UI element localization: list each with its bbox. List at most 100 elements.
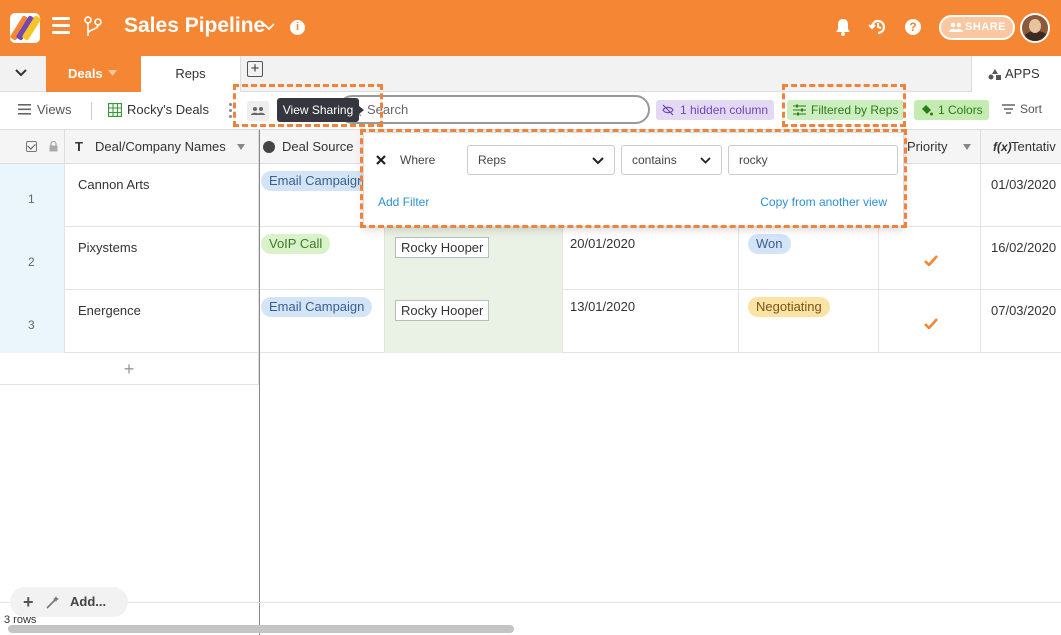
avatar[interactable] [1020, 13, 1050, 43]
table-row[interactable]: 2 Pixystems VoIP Call Rocky Hooper 20/01… [0, 227, 1061, 290]
eye-off-icon [662, 104, 674, 116]
view-sharing-tooltip: View Sharing [277, 98, 364, 122]
sort-label: Sort [1020, 102, 1043, 116]
column-header-tentative[interactable]: f(x) Tentativ [981, 130, 1061, 164]
table-row[interactable]: 3 Energence Email Campaign Rocky Hooper … [0, 290, 1061, 353]
history-icon[interactable] [868, 17, 888, 37]
tab-deals-label: Deals [68, 66, 103, 81]
hidden-columns-button[interactable]: 1 hidden column [656, 100, 775, 120]
hidden-columns-label: 1 hidden column [680, 103, 769, 117]
filter-value-input[interactable]: rocky [728, 145, 898, 175]
paint-bucket-icon [922, 105, 933, 116]
add-label: Add... [70, 594, 107, 609]
select-all-checkbox[interactable] [26, 141, 37, 152]
tab-reps[interactable]: Reps [141, 56, 241, 92]
row-number: 1 [0, 164, 65, 227]
select-all-header [0, 130, 65, 164]
tabs-bar: Deals Reps + APPS [0, 56, 1061, 92]
priority-cell[interactable] [879, 290, 981, 353]
toolbar-divider [91, 102, 92, 120]
column-header-source-label: Deal Source [282, 139, 354, 154]
tab-deals[interactable]: Deals [46, 56, 141, 92]
row-number: 2 [0, 227, 65, 290]
magic-wand-icon [46, 596, 59, 609]
frozen-column-divider[interactable] [259, 130, 260, 635]
filter-field-select[interactable]: Reps [467, 145, 615, 175]
sort-button[interactable]: Sort [1002, 102, 1042, 116]
view-sharing-icon[interactable] [247, 101, 269, 121]
deal-source-cell[interactable]: VoIP Call [260, 227, 385, 290]
stage-tag: Won [748, 234, 791, 254]
deal-name-cell[interactable]: Cannon Arts [65, 164, 259, 227]
search-box[interactable] [338, 95, 650, 124]
row-number: 3 [0, 290, 65, 353]
deal-name-cell[interactable]: Pixystems [65, 227, 259, 290]
caret-down-icon[interactable] [963, 144, 971, 150]
add-filter-link[interactable]: Add Filter [378, 195, 429, 209]
search-input[interactable] [367, 102, 637, 117]
bell-icon[interactable] [835, 18, 851, 36]
date-cell[interactable]: 20/01/2020 [563, 227, 739, 290]
deal-source-cell[interactable]: Email Campaign [260, 290, 385, 353]
column-header-name[interactable]: T Deal/Company Names [65, 130, 259, 164]
close-icon[interactable] [376, 155, 386, 165]
deal-name-cell[interactable]: Energence [65, 290, 259, 353]
chevron-down-icon[interactable] [262, 20, 276, 34]
share-label: SHARE [965, 21, 1007, 33]
copy-from-view-link[interactable]: Copy from another view [760, 195, 887, 209]
horizontal-scrollbar[interactable] [8, 625, 514, 633]
grid-view-icon [108, 103, 122, 117]
plus-icon: + [23, 592, 34, 612]
views-label: Views [37, 102, 72, 117]
app-logo[interactable] [9, 13, 42, 43]
app-title[interactable]: Sales Pipeline [124, 14, 265, 38]
branch-icon[interactable] [82, 16, 104, 40]
sort-icon [1002, 104, 1015, 114]
rep-link[interactable]: Rocky Hooper [395, 237, 490, 258]
rep-link[interactable]: Rocky Hooper [395, 300, 490, 321]
filter-button[interactable]: Filtered by Reps [787, 100, 905, 120]
stage-cell[interactable]: Negotiating [739, 290, 879, 353]
filter-operator-select[interactable]: contains [621, 145, 722, 175]
rep-cell[interactable]: Rocky Hooper [385, 290, 563, 353]
source-tag: VoIP Call [261, 234, 331, 254]
caret-down-icon[interactable] [237, 144, 245, 150]
checkmark-icon [924, 255, 938, 266]
list-icon [18, 104, 31, 115]
caret-down-icon[interactable] [108, 70, 117, 77]
filter-icon [793, 104, 806, 116]
filter-where-label: Where [400, 153, 436, 167]
add-tab-button[interactable]: + [247, 61, 263, 77]
top-bar: Sales Pipeline i ? SHARE [0, 0, 1061, 56]
current-view-label: Rocky's Deals [127, 102, 209, 117]
tentative-date-cell[interactable]: 01/03/2020 [981, 164, 1061, 227]
views-button[interactable]: Views [18, 102, 71, 117]
colors-button[interactable]: 1 Colors [914, 100, 989, 120]
tentative-date-cell[interactable]: 07/03/2020 [981, 290, 1061, 353]
chevron-down-icon[interactable] [14, 67, 28, 79]
stage-tag: Negotiating [748, 297, 830, 317]
text-type-icon: T [75, 139, 83, 154]
footer-divider [0, 602, 1061, 603]
dropdown-type-icon [263, 141, 275, 153]
stage-cell[interactable]: Won [739, 227, 879, 290]
add-button[interactable]: + Add... [10, 587, 128, 617]
more-options-icon[interactable] [229, 103, 232, 118]
rep-cell[interactable]: Rocky Hooper [385, 227, 563, 290]
date-cell[interactable]: 13/01/2020 [563, 290, 739, 353]
apps-button[interactable]: APPS [971, 56, 1061, 92]
filter-popover: Where Reps contains rocky Add Filter Cop… [363, 132, 904, 227]
share-button[interactable]: SHARE [939, 15, 1015, 40]
help-icon[interactable]: ? [905, 19, 921, 35]
column-header-priority-label: Priority [907, 139, 948, 154]
current-view-button[interactable]: Rocky's Deals [108, 102, 209, 117]
filter-operator-value: contains [632, 153, 677, 167]
priority-cell[interactable] [879, 227, 981, 290]
source-tag: Email Campaign [261, 171, 373, 191]
add-row-button[interactable]: + [0, 353, 259, 385]
info-icon[interactable]: i [290, 20, 305, 35]
tentative-date-cell[interactable]: 16/02/2020 [981, 227, 1061, 290]
menu-icon[interactable] [52, 17, 70, 35]
chevron-down-icon [700, 157, 711, 164]
apps-label: APPS [1005, 66, 1040, 81]
